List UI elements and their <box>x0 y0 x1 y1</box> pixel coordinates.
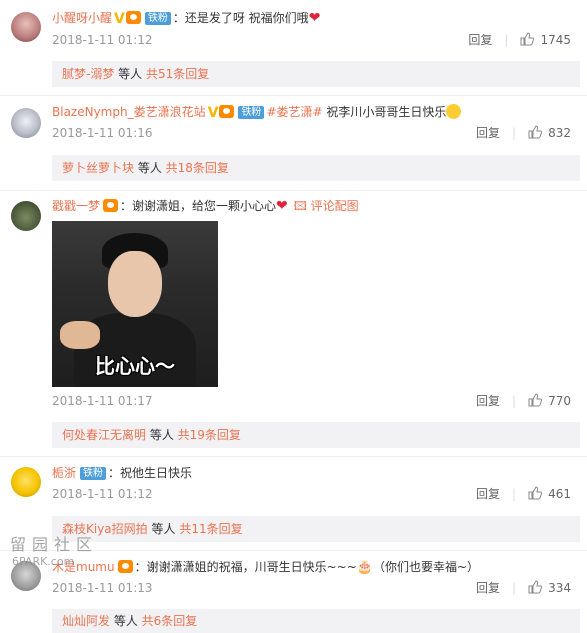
reply-count[interactable]: 共11条回复 <box>179 522 242 536</box>
level-icon <box>125 11 141 24</box>
comment-text-after: （你们也要幸福~） <box>372 560 480 574</box>
heart-icon: ❤ <box>276 198 288 214</box>
divider: | <box>512 487 517 501</box>
like-icon[interactable] <box>528 125 543 139</box>
comment-actions: 回复 | 461 <box>476 486 571 502</box>
reply-button[interactable]: 回复 <box>476 581 500 595</box>
reply-summary[interactable]: 灿灿阿发 等人 共6条回复 <box>52 609 580 633</box>
view-image-link[interactable]: 评论配图 <box>311 199 359 213</box>
like-count: 770 <box>548 394 571 408</box>
watermark-url: 6PARK.com <box>12 555 75 568</box>
reply-user[interactable]: 灿灿阿发 <box>62 614 110 628</box>
timestamp: 2018-1-11 01:12 <box>52 33 153 47</box>
level-icon <box>103 199 119 212</box>
fan-badge[interactable]: 铁粉 <box>80 467 107 480</box>
reply-button[interactable]: 回复 <box>476 126 500 140</box>
image-caption: 比心心～ <box>95 354 175 378</box>
reply-summary[interactable]: 腻梦-溺梦 等人 共51条回复 <box>52 61 580 87</box>
comment-text: ：还是发了呀 祝福你们哦 <box>172 11 309 25</box>
timestamp: 2018-1-11 01:13 <box>52 581 153 595</box>
comment-actions: 回复 | 1745 <box>468 32 571 48</box>
comment-actions: 回复 | 770 <box>476 393 571 409</box>
reply-button[interactable]: 回复 <box>468 33 492 47</box>
reply-user[interactable]: 何处春江无离明 <box>62 428 146 442</box>
username[interactable]: 小醒呀小醒 <box>52 11 112 25</box>
divider <box>0 190 587 191</box>
divider: | <box>512 394 517 408</box>
reply-button[interactable]: 回复 <box>476 394 500 408</box>
divider: | <box>512 126 517 140</box>
like-count: 832 <box>548 126 571 140</box>
image-icon: 🖾 <box>293 199 307 213</box>
reply-count[interactable]: 共51条回复 <box>146 67 209 81</box>
comment-text: ：谢谢潇潇姐的祝福，川哥生日快乐~~~ <box>134 560 357 574</box>
timestamp: 2018-1-11 01:17 <box>52 394 153 408</box>
reply-summary[interactable]: 森枝Kiya招网拍 等人 共11条回复 <box>52 516 580 542</box>
avatar[interactable] <box>11 108 41 138</box>
reply-summary[interactable]: 何处春江无离明 等人 共19条回复 <box>52 422 580 448</box>
avatar[interactable] <box>11 201 41 231</box>
like-count: 334 <box>548 581 571 595</box>
timestamp: 2018-1-11 01:16 <box>52 126 153 140</box>
like-icon[interactable] <box>528 580 543 594</box>
comment-image[interactable]: 比心心～ <box>52 221 218 387</box>
reply-count[interactable]: 共6条回复 <box>142 614 198 628</box>
reply-count[interactable]: 共18条回复 <box>166 161 229 175</box>
like-icon[interactable] <box>528 486 543 500</box>
divider <box>0 456 587 457</box>
smile-emoji-icon <box>446 104 462 119</box>
like-count: 461 <box>548 487 571 501</box>
reply-button[interactable]: 回复 <box>476 487 500 501</box>
reply-user[interactable]: 萝卜丝萝卜块 <box>62 161 134 175</box>
level-icon <box>219 105 235 118</box>
comment-text: 祝李川小哥哥生日快乐 <box>322 105 447 119</box>
level-icon <box>117 560 133 573</box>
comment-actions: 回复 | 832 <box>476 125 571 141</box>
comment-text: ：祝他生日快乐 <box>108 466 193 480</box>
username[interactable]: 戳戳一梦 <box>52 199 100 213</box>
heart-icon: ❤ <box>308 10 321 26</box>
like-icon[interactable] <box>520 32 535 46</box>
cake-emoji-icon: 🎂 <box>356 560 373 575</box>
like-icon[interactable] <box>528 393 543 407</box>
fan-badge[interactable]: 铁粉 <box>144 12 171 25</box>
divider: | <box>504 33 509 47</box>
fan-badge[interactable]: 铁粉 <box>238 106 265 119</box>
topic-link[interactable]: #娄艺潇# <box>266 105 322 119</box>
avatar[interactable] <box>11 467 41 497</box>
like-count: 1745 <box>540 33 571 47</box>
reply-summary[interactable]: 萝卜丝萝卜块 等人 共18条回复 <box>52 155 580 181</box>
timestamp: 2018-1-11 01:12 <box>52 487 153 501</box>
divider: | <box>512 581 517 595</box>
reply-user[interactable]: 森枝Kiya招网拍 <box>62 522 148 536</box>
avatar[interactable] <box>11 12 41 42</box>
username[interactable]: BlazeNymph_娄艺潇浪花站 <box>52 105 206 119</box>
divider <box>0 95 587 96</box>
watermark: 留园社区 <box>10 535 99 554</box>
reply-count[interactable]: 共19条回复 <box>178 428 241 442</box>
reply-user[interactable]: 腻梦-溺梦 <box>62 67 114 81</box>
username[interactable]: 栀浙 <box>52 466 76 480</box>
comment-actions: 回复 | 334 <box>476 580 571 596</box>
verified-icon: V <box>207 105 219 121</box>
comment-text: ：谢谢潇姐，给您一颗小心心 <box>120 199 277 213</box>
verified-icon: V <box>114 11 125 27</box>
